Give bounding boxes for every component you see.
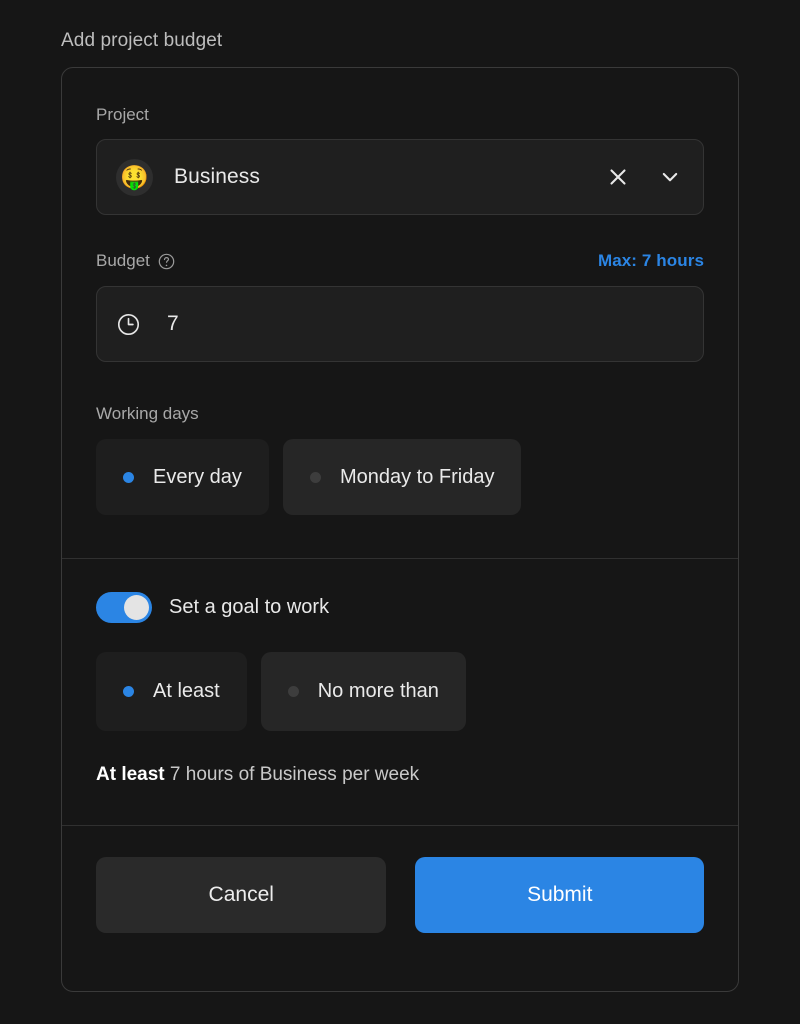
working-days-option-label: Monday to Friday (339, 465, 495, 488)
budget-max-note: Max: 7 hours (597, 251, 704, 270)
working-days-option-monday-to-friday[interactable]: Monday to Friday (282, 439, 522, 515)
close-icon[interactable] (601, 160, 635, 194)
clock-icon (116, 312, 141, 337)
chevron-down-icon[interactable] (653, 160, 687, 194)
goal-option-at-least[interactable]: At least (96, 652, 247, 731)
goal-summary: At least 7 hours of Business per week (96, 762, 704, 787)
working-days-group: Working days Every day Monday to Friday (62, 362, 738, 558)
goal-toggle-row: Set a goal to work (96, 592, 704, 623)
set-goal-toggle-label: Set a goal to work (169, 596, 330, 618)
cancel-button[interactable]: Cancel (96, 857, 387, 933)
project-field-group: Project 🤑 Business (62, 68, 738, 215)
budget-dialog-page: Add project budget Project 🤑 Business Bu… (0, 0, 800, 1024)
working-days-label: Working days (96, 404, 199, 423)
goal-summary-rest: 7 hours of Business per week (164, 764, 420, 785)
budget-header-row: Budget Max: 7 hours (96, 250, 704, 272)
working-days-options: Every day Monday to Friday (96, 439, 704, 515)
goal-options: At least No more than (96, 652, 704, 731)
set-goal-toggle[interactable] (96, 592, 152, 623)
money-mouth-emoji-icon: 🤑 (120, 163, 149, 190)
budget-label-wrap: Budget (96, 250, 175, 272)
add-project-budget-card: Project 🤑 Business Budget Max: 7 hours 7… (61, 67, 739, 992)
budget-label: Budget (96, 251, 150, 270)
page-title: Add project budget (61, 30, 223, 51)
goal-summary-strong: At least (96, 764, 165, 785)
project-avatar: 🤑 (116, 158, 153, 196)
goal-group: Set a goal to work At least No more than… (62, 559, 738, 825)
radio-dot-icon (309, 471, 321, 483)
budget-field-group: Budget Max: 7 hours 7 (62, 215, 738, 362)
budget-input-value: 7 (167, 312, 179, 335)
dialog-footer: Cancel Submit (62, 826, 738, 933)
toggle-knob (124, 595, 149, 620)
radio-dot-icon (123, 471, 134, 483)
goal-option-no-more-than[interactable]: No more than (260, 652, 466, 731)
project-selected-value: Business (174, 165, 261, 188)
working-days-option-every-day[interactable]: Every day (96, 439, 269, 515)
radio-dot-icon (123, 686, 134, 697)
budget-input[interactable]: 7 (96, 286, 704, 362)
goal-option-label: No more than (317, 680, 439, 702)
project-label: Project (96, 105, 149, 124)
goal-option-label: At least (153, 680, 220, 702)
project-select[interactable]: 🤑 Business (96, 139, 704, 215)
radio-dot-icon (287, 686, 299, 697)
submit-button[interactable]: Submit (415, 857, 704, 933)
working-days-option-label: Every day (153, 465, 242, 488)
question-circle-icon[interactable] (158, 253, 175, 270)
